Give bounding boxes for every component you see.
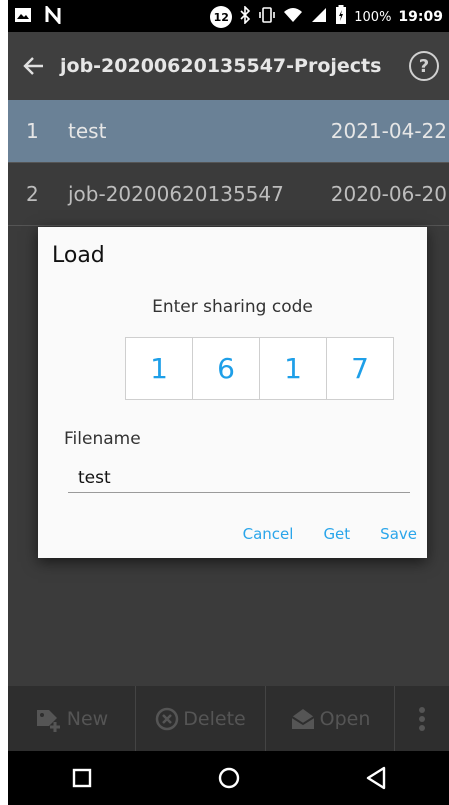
n-icon (44, 3, 62, 28)
cancel-button[interactable]: Cancel (243, 525, 294, 543)
status-bar: 12 100% 19:09 (8, 0, 449, 32)
get-button[interactable]: Get (323, 525, 350, 543)
more-vert-icon (418, 706, 426, 732)
battery-icon (335, 5, 347, 29)
clock: 19:09 (398, 9, 443, 25)
image-icon (14, 6, 32, 28)
delete-label: Delete (183, 707, 246, 730)
code-digit-box[interactable]: 7 (326, 337, 394, 400)
sharing-code-prompt: Enter sharing code (152, 297, 313, 317)
dialog-actions: Cancel Get Save (243, 525, 417, 543)
code-digit-box[interactable]: 1 (259, 337, 327, 400)
status-right: 12 100% 19:09 (210, 5, 443, 29)
open-button[interactable]: Open (266, 686, 395, 751)
wifi-icon (283, 6, 303, 28)
status-left (14, 3, 62, 28)
vibrate-icon (258, 6, 276, 28)
sharing-code-boxes: 1 6 1 7 (125, 337, 394, 400)
list-item-name: job-20200620135547 (68, 182, 284, 206)
filename-input[interactable] (68, 463, 410, 493)
list-item-number: 2 (26, 182, 39, 206)
dialog-title: Load (52, 243, 105, 268)
project-list: 1 test 2021-04-22 2 job-20200620135547 2… (8, 100, 449, 226)
code-digit-box[interactable]: 6 (192, 337, 260, 400)
home-circle-icon[interactable] (199, 751, 259, 805)
phone-screen: 12 100% 19:09 job-20200620135547-Project… (8, 0, 449, 805)
list-item[interactable]: 1 test 2021-04-22 (8, 100, 449, 163)
new-label: New (66, 707, 109, 730)
load-dialog: Load Enter sharing code 1 6 1 7 Filename… (38, 227, 427, 558)
filename-label: Filename (64, 429, 141, 449)
list-item-number: 1 (26, 119, 39, 143)
new-button[interactable]: New (8, 686, 136, 751)
back-triangle-icon[interactable] (346, 751, 406, 805)
add-tag-icon (35, 706, 63, 732)
more-options-button[interactable] (395, 686, 449, 751)
code-digit-box[interactable]: 1 (125, 337, 193, 400)
app-title: job-20200620135547-Projects (60, 55, 382, 77)
back-arrow-icon[interactable] (8, 32, 60, 100)
save-button[interactable]: Save (380, 525, 417, 543)
app-bar: job-20200620135547-Projects ? (8, 32, 449, 100)
delete-circle-icon (155, 707, 179, 731)
delete-button[interactable]: Delete (136, 686, 266, 751)
system-nav-bar (8, 751, 449, 805)
list-item[interactable]: 2 job-20200620135547 2020-06-20 (8, 163, 449, 226)
list-item-date: 2021-04-22 (330, 119, 447, 143)
recents-square-icon[interactable] (52, 751, 112, 805)
open-mail-icon (290, 707, 316, 731)
signal-icon (310, 6, 328, 28)
list-item-name: test (68, 119, 107, 143)
battery-percent: 100% (354, 9, 392, 25)
list-item-date: 2020-06-20 (330, 182, 447, 206)
help-icon[interactable]: ? (409, 51, 439, 81)
open-label: Open (319, 707, 371, 730)
bluetooth-icon (239, 5, 251, 28)
notification-count-badge: 12 (210, 6, 233, 28)
bottom-action-bar: New Delete Open (8, 686, 449, 751)
